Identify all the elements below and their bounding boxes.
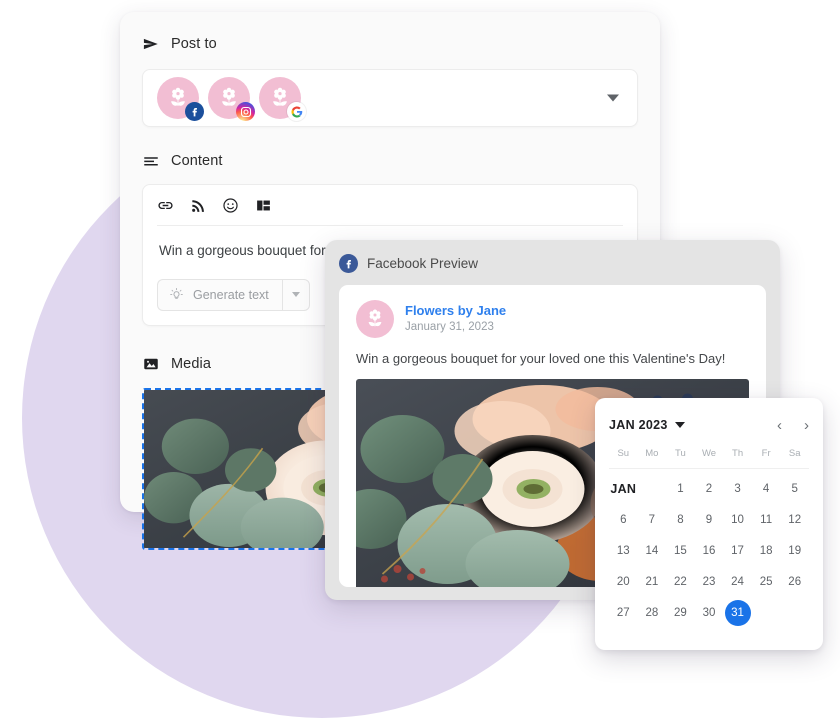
calendar-day-cell[interactable]: 1 (666, 473, 695, 504)
calendar-day-cell[interactable]: 29 (666, 597, 695, 628)
calendar-day-cell[interactable]: 21 (638, 566, 667, 597)
calendar-day-cell[interactable]: 5 (780, 473, 809, 504)
post-to-header: Post to (142, 32, 638, 56)
facebook-preview-title: Facebook Preview (367, 255, 479, 271)
calendar-day-cell[interactable]: 14 (638, 535, 667, 566)
calendar-weekday: We (701, 448, 717, 459)
calendar-month-label: JAN (610, 481, 637, 496)
calendar-day-cell[interactable]: 2 (695, 473, 724, 504)
facebook-preview-header: Facebook Preview (339, 252, 766, 274)
calendar-weekday: Tu (675, 448, 686, 459)
calendar-day-cell[interactable]: 19 (780, 535, 809, 566)
prev-month-button[interactable]: ‹ (777, 418, 782, 433)
image-icon (142, 355, 160, 373)
calendar-day-cell[interactable]: 28 (638, 597, 667, 628)
facebook-post-profile: Flowers by Jane January 31, 2023 (356, 300, 749, 338)
send-icon (142, 35, 160, 53)
facebook-icon (339, 253, 358, 273)
facebook-page-name[interactable]: Flowers by Jane (405, 302, 506, 320)
calendar-day-cell[interactable]: 16 (695, 535, 724, 566)
calendar-empty-cell (638, 473, 667, 504)
content-label: Content (171, 153, 223, 169)
generate-text-dropdown[interactable] (281, 278, 310, 311)
calendar-day-cell[interactable]: 24 (723, 566, 752, 597)
calendar-nav: ‹ › (777, 418, 809, 433)
content-header: Content (142, 149, 638, 173)
account-avatar-facebook[interactable] (157, 77, 204, 121)
calendar-day-cell[interactable]: 23 (695, 566, 724, 597)
account-avatar-google[interactable] (259, 77, 306, 121)
generate-text-label: Generate text (193, 287, 269, 302)
calendar-day-cell[interactable]: 4 (752, 473, 781, 504)
calendar-day-cell[interactable]: 3 (723, 473, 752, 504)
facebook-post-text: Win a gorgeous bouquet for your loved on… (356, 351, 726, 366)
calendar-day-cell[interactable]: 22 (666, 566, 695, 597)
calendar-day-cell[interactable]: 31 (723, 597, 752, 628)
date-picker-calendar: JAN 2023 ‹ › Su Mo Tu We Th Fr Sa JAN 1 2 3 4 5 6 7 8 9… (595, 398, 823, 650)
calendar-day-cell[interactable]: 7 (638, 504, 667, 535)
lightbulb-icon (169, 287, 184, 302)
instagram-icon (236, 102, 255, 121)
calendar-day-grid: JAN 1 2 3 4 5 6 7 8 9 10 11 12 13 14 15 16 17 18 19 20 21 22 23… (609, 473, 809, 628)
calendar-weekday: Mo (645, 448, 659, 459)
emoji-icon[interactable] (222, 197, 239, 214)
chevron-down-icon[interactable] (674, 422, 685, 428)
calendar-day-cell[interactable]: 26 (780, 566, 809, 597)
generate-text-group: Generate text (157, 278, 310, 311)
calendar-day-cell[interactable]: 17 (723, 535, 752, 566)
calendar-day-cell[interactable]: 15 (666, 535, 695, 566)
calendar-weekday: Sa (788, 448, 801, 459)
post-to-label: Post to (171, 36, 217, 52)
text-lines-icon (142, 152, 160, 170)
calendar-day-cell[interactable]: 6 (609, 504, 638, 535)
calendar-day-cell[interactable]: 11 (752, 504, 781, 535)
google-icon (287, 102, 306, 121)
layout-icon[interactable] (255, 197, 272, 214)
editor-toolbar (157, 197, 623, 226)
account-selector[interactable] (142, 69, 638, 127)
facebook-icon (185, 102, 204, 121)
calendar-day-cell[interactable]: 12 (780, 504, 809, 535)
account-avatar-instagram[interactable] (208, 77, 255, 121)
selected-accounts (157, 77, 306, 121)
facebook-post-meta: Flowers by Jane January 31, 2023 (405, 302, 506, 335)
chevron-down-icon[interactable] (607, 94, 619, 102)
calendar-header: JAN 2023 ‹ › (609, 412, 809, 438)
calendar-day-cell[interactable]: 20 (609, 566, 638, 597)
media-label: Media (171, 355, 211, 372)
calendar-weekday: Fr (761, 448, 771, 459)
calendar-day-cell[interactable]: 9 (695, 504, 724, 535)
avatar (356, 300, 394, 338)
calendar-weekday-row: Su Mo Tu We Th Fr Sa (609, 448, 809, 469)
calendar-day-cell[interactable]: 27 (609, 597, 638, 628)
link-icon[interactable] (157, 197, 174, 214)
calendar-day-cell[interactable]: 10 (723, 504, 752, 535)
generate-text-button[interactable]: Generate text (157, 278, 282, 311)
calendar-selected-day[interactable]: 31 (724, 599, 751, 626)
calendar-day-cell[interactable]: 25 (752, 566, 781, 597)
calendar-day-cell[interactable]: 8 (666, 504, 695, 535)
facebook-post-date: January 31, 2023 (405, 321, 494, 334)
calendar-title: JAN 2023 (609, 418, 668, 432)
calendar-day-cell[interactable]: 18 (752, 535, 781, 566)
rss-icon[interactable] (190, 198, 206, 214)
calendar-day-cell[interactable]: 13 (609, 535, 638, 566)
calendar-weekday: Su (617, 448, 630, 459)
calendar-day-cell[interactable]: 30 (695, 597, 724, 628)
next-month-button[interactable]: › (804, 418, 809, 433)
calendar-weekday: Th (732, 448, 744, 459)
